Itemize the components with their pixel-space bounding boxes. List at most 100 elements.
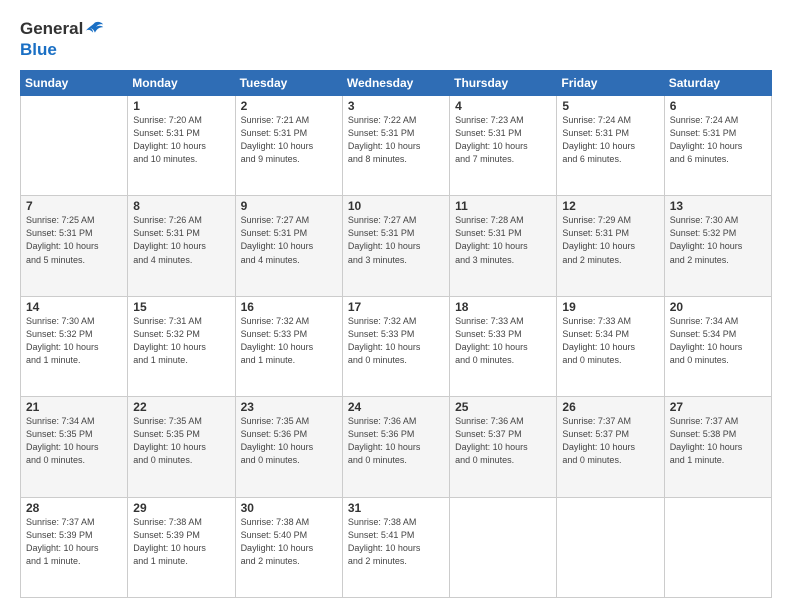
day-info: Sunrise: 7:36 AMSunset: 5:37 PMDaylight:… — [455, 415, 551, 467]
day-number: 11 — [455, 199, 551, 213]
day-number: 30 — [241, 501, 337, 515]
day-number: 16 — [241, 300, 337, 314]
day-info: Sunrise: 7:37 AMSunset: 5:39 PMDaylight:… — [26, 516, 122, 568]
logo-general-text: General — [20, 19, 83, 39]
calendar-cell: 3Sunrise: 7:22 AMSunset: 5:31 PMDaylight… — [342, 96, 449, 196]
calendar-cell — [664, 497, 771, 597]
calendar-cell: 15Sunrise: 7:31 AMSunset: 5:32 PMDayligh… — [128, 296, 235, 396]
day-info: Sunrise: 7:24 AMSunset: 5:31 PMDaylight:… — [670, 114, 766, 166]
calendar-cell: 12Sunrise: 7:29 AMSunset: 5:31 PMDayligh… — [557, 196, 664, 296]
calendar-table: SundayMondayTuesdayWednesdayThursdayFrid… — [20, 70, 772, 598]
day-number: 18 — [455, 300, 551, 314]
day-number: 29 — [133, 501, 229, 515]
calendar-week-row: 7Sunrise: 7:25 AMSunset: 5:31 PMDaylight… — [21, 196, 772, 296]
logo-bird-icon — [83, 18, 105, 40]
day-info: Sunrise: 7:38 AMSunset: 5:39 PMDaylight:… — [133, 516, 229, 568]
day-number: 5 — [562, 99, 658, 113]
day-info: Sunrise: 7:20 AMSunset: 5:31 PMDaylight:… — [133, 114, 229, 166]
day-number: 6 — [670, 99, 766, 113]
calendar-cell: 10Sunrise: 7:27 AMSunset: 5:31 PMDayligh… — [342, 196, 449, 296]
day-number: 31 — [348, 501, 444, 515]
calendar-week-row: 1Sunrise: 7:20 AMSunset: 5:31 PMDaylight… — [21, 96, 772, 196]
day-number: 20 — [670, 300, 766, 314]
calendar-cell: 16Sunrise: 7:32 AMSunset: 5:33 PMDayligh… — [235, 296, 342, 396]
calendar-cell: 20Sunrise: 7:34 AMSunset: 5:34 PMDayligh… — [664, 296, 771, 396]
day-number: 23 — [241, 400, 337, 414]
day-number: 10 — [348, 199, 444, 213]
day-info: Sunrise: 7:27 AMSunset: 5:31 PMDaylight:… — [348, 214, 444, 266]
calendar-cell: 9Sunrise: 7:27 AMSunset: 5:31 PMDaylight… — [235, 196, 342, 296]
calendar-cell: 22Sunrise: 7:35 AMSunset: 5:35 PMDayligh… — [128, 397, 235, 497]
day-number: 1 — [133, 99, 229, 113]
day-number: 12 — [562, 199, 658, 213]
day-number: 14 — [26, 300, 122, 314]
day-info: Sunrise: 7:33 AMSunset: 5:33 PMDaylight:… — [455, 315, 551, 367]
calendar-cell — [21, 96, 128, 196]
calendar-cell — [557, 497, 664, 597]
calendar-week-row: 28Sunrise: 7:37 AMSunset: 5:39 PMDayligh… — [21, 497, 772, 597]
calendar-cell: 11Sunrise: 7:28 AMSunset: 5:31 PMDayligh… — [450, 196, 557, 296]
day-number: 21 — [26, 400, 122, 414]
day-header-sunday: Sunday — [21, 71, 128, 96]
calendar-cell — [450, 497, 557, 597]
day-number: 17 — [348, 300, 444, 314]
calendar-cell: 28Sunrise: 7:37 AMSunset: 5:39 PMDayligh… — [21, 497, 128, 597]
day-number: 7 — [26, 199, 122, 213]
calendar-header-row: SundayMondayTuesdayWednesdayThursdayFrid… — [21, 71, 772, 96]
day-number: 4 — [455, 99, 551, 113]
day-info: Sunrise: 7:31 AMSunset: 5:32 PMDaylight:… — [133, 315, 229, 367]
logo: General Blue — [20, 18, 105, 60]
day-info: Sunrise: 7:38 AMSunset: 5:41 PMDaylight:… — [348, 516, 444, 568]
day-header-saturday: Saturday — [664, 71, 771, 96]
day-info: Sunrise: 7:22 AMSunset: 5:31 PMDaylight:… — [348, 114, 444, 166]
day-info: Sunrise: 7:25 AMSunset: 5:31 PMDaylight:… — [26, 214, 122, 266]
calendar-cell: 21Sunrise: 7:34 AMSunset: 5:35 PMDayligh… — [21, 397, 128, 497]
calendar-cell: 6Sunrise: 7:24 AMSunset: 5:31 PMDaylight… — [664, 96, 771, 196]
day-info: Sunrise: 7:34 AMSunset: 5:34 PMDaylight:… — [670, 315, 766, 367]
calendar-cell: 26Sunrise: 7:37 AMSunset: 5:37 PMDayligh… — [557, 397, 664, 497]
day-number: 19 — [562, 300, 658, 314]
day-info: Sunrise: 7:35 AMSunset: 5:35 PMDaylight:… — [133, 415, 229, 467]
day-info: Sunrise: 7:37 AMSunset: 5:37 PMDaylight:… — [562, 415, 658, 467]
day-info: Sunrise: 7:37 AMSunset: 5:38 PMDaylight:… — [670, 415, 766, 467]
day-header-monday: Monday — [128, 71, 235, 96]
day-number: 3 — [348, 99, 444, 113]
day-header-thursday: Thursday — [450, 71, 557, 96]
day-info: Sunrise: 7:32 AMSunset: 5:33 PMDaylight:… — [241, 315, 337, 367]
calendar-cell: 23Sunrise: 7:35 AMSunset: 5:36 PMDayligh… — [235, 397, 342, 497]
calendar-week-row: 21Sunrise: 7:34 AMSunset: 5:35 PMDayligh… — [21, 397, 772, 497]
calendar-cell: 13Sunrise: 7:30 AMSunset: 5:32 PMDayligh… — [664, 196, 771, 296]
calendar-cell: 17Sunrise: 7:32 AMSunset: 5:33 PMDayligh… — [342, 296, 449, 396]
calendar-cell: 14Sunrise: 7:30 AMSunset: 5:32 PMDayligh… — [21, 296, 128, 396]
calendar-cell: 4Sunrise: 7:23 AMSunset: 5:31 PMDaylight… — [450, 96, 557, 196]
day-number: 15 — [133, 300, 229, 314]
day-number: 8 — [133, 199, 229, 213]
day-number: 13 — [670, 199, 766, 213]
day-info: Sunrise: 7:23 AMSunset: 5:31 PMDaylight:… — [455, 114, 551, 166]
day-info: Sunrise: 7:33 AMSunset: 5:34 PMDaylight:… — [562, 315, 658, 367]
calendar-cell: 19Sunrise: 7:33 AMSunset: 5:34 PMDayligh… — [557, 296, 664, 396]
day-info: Sunrise: 7:30 AMSunset: 5:32 PMDaylight:… — [670, 214, 766, 266]
day-info: Sunrise: 7:27 AMSunset: 5:31 PMDaylight:… — [241, 214, 337, 266]
calendar-week-row: 14Sunrise: 7:30 AMSunset: 5:32 PMDayligh… — [21, 296, 772, 396]
day-number: 24 — [348, 400, 444, 414]
day-number: 9 — [241, 199, 337, 213]
header: General Blue — [20, 18, 772, 60]
day-number: 27 — [670, 400, 766, 414]
day-number: 22 — [133, 400, 229, 414]
calendar-cell: 30Sunrise: 7:38 AMSunset: 5:40 PMDayligh… — [235, 497, 342, 597]
calendar-page: General Blue SundayMondayTuesdayWednesda… — [0, 0, 792, 612]
day-info: Sunrise: 7:38 AMSunset: 5:40 PMDaylight:… — [241, 516, 337, 568]
day-header-friday: Friday — [557, 71, 664, 96]
day-info: Sunrise: 7:36 AMSunset: 5:36 PMDaylight:… — [348, 415, 444, 467]
day-number: 26 — [562, 400, 658, 414]
day-info: Sunrise: 7:32 AMSunset: 5:33 PMDaylight:… — [348, 315, 444, 367]
day-number: 25 — [455, 400, 551, 414]
calendar-cell: 7Sunrise: 7:25 AMSunset: 5:31 PMDaylight… — [21, 196, 128, 296]
day-number: 2 — [241, 99, 337, 113]
day-header-wednesday: Wednesday — [342, 71, 449, 96]
day-info: Sunrise: 7:28 AMSunset: 5:31 PMDaylight:… — [455, 214, 551, 266]
calendar-cell: 5Sunrise: 7:24 AMSunset: 5:31 PMDaylight… — [557, 96, 664, 196]
calendar-cell: 8Sunrise: 7:26 AMSunset: 5:31 PMDaylight… — [128, 196, 235, 296]
day-number: 28 — [26, 501, 122, 515]
